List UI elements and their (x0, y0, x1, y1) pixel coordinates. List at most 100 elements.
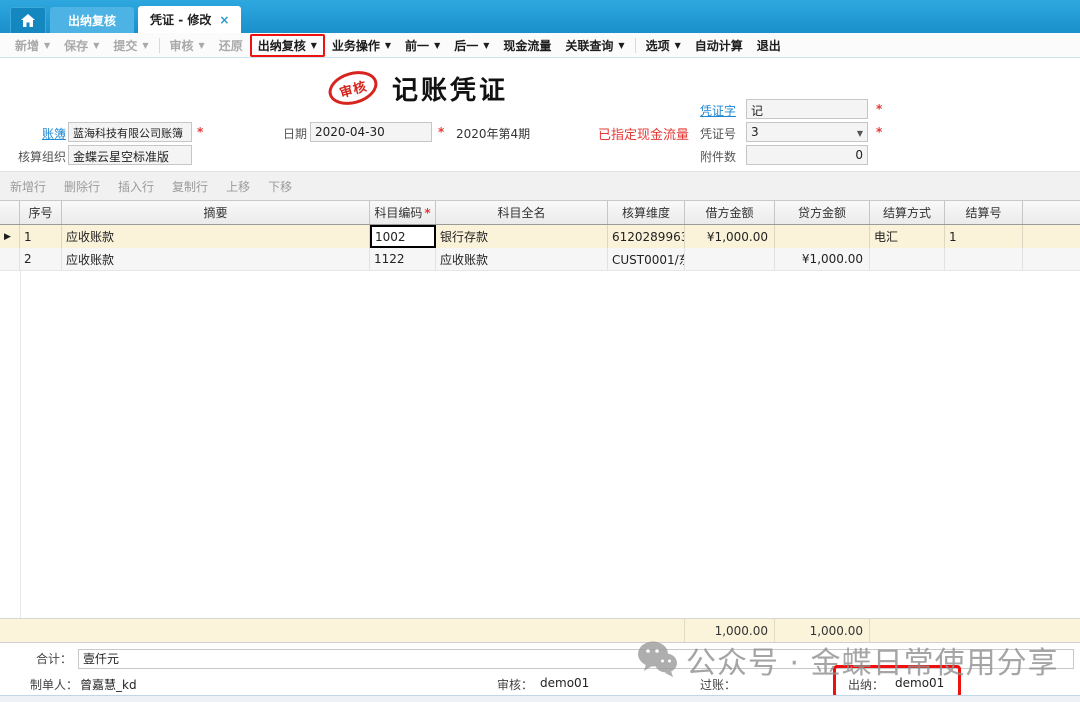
total-credit: 1,000.00 (775, 619, 870, 642)
tab-voucher-edit[interactable]: 凭证 - 修改 × (138, 6, 241, 33)
chevron-down-icon: ▼ (675, 41, 681, 50)
required-mark: * (876, 102, 882, 116)
new-button[interactable]: 新增▼ (8, 35, 57, 56)
cell-seq[interactable]: 2 (20, 248, 62, 270)
auditor-value: demo01 (540, 676, 589, 690)
cell-debit[interactable]: ¥1,000.00 (685, 225, 775, 248)
move-up-button[interactable]: 上移 (226, 178, 250, 195)
cell-tail[interactable] (1023, 225, 1080, 248)
cell-seq[interactable]: 1 (20, 225, 62, 248)
tab-label: 凭证 - 修改 (150, 11, 211, 28)
org-label: 核算组织 (18, 148, 66, 165)
cell-settle-method[interactable] (870, 248, 945, 270)
cell-credit[interactable] (775, 225, 870, 248)
chevron-down-icon: ▼ (857, 129, 863, 138)
restore-button[interactable]: 还原 (212, 35, 250, 56)
move-down-button[interactable]: 下移 (268, 178, 292, 195)
options-button[interactable]: 选项▼ (639, 35, 688, 56)
cell-dimension[interactable]: CUST0001/东 (608, 248, 685, 270)
totals-blank (370, 619, 436, 642)
chevron-down-icon: ▼ (385, 41, 391, 50)
add-row-button[interactable]: 新增行 (10, 178, 46, 195)
next-button[interactable]: 后一▼ (447, 35, 496, 56)
insert-row-button[interactable]: 插入行 (118, 178, 154, 195)
prev-button[interactable]: 前一▼ (398, 35, 447, 56)
audit-button[interactable]: 审核▼ (163, 35, 212, 56)
cell-summary[interactable]: 应收账款 (62, 225, 370, 248)
cell-settle-no[interactable]: 1 (945, 225, 1023, 248)
header-indicator (0, 201, 20, 224)
tab-bar: 出纳复核 凭证 - 修改 × (0, 0, 1080, 33)
submit-button[interactable]: 提交▼ (106, 35, 155, 56)
chevron-down-icon: ▼ (434, 41, 440, 50)
date-field[interactable]: 2020-04-30 (310, 122, 432, 142)
totals-row: 1,000.00 1,000.00 (0, 618, 1080, 643)
row-toolbar: 新增行 删除行 插入行 复制行 上移 下移 (0, 171, 1080, 200)
save-button[interactable]: 保存▼ (57, 35, 106, 56)
required-mark: * (424, 206, 430, 220)
business-ops-button[interactable]: 业务操作▼ (325, 35, 398, 56)
period-text: 2020年第4期 (456, 125, 530, 142)
cell-account-name[interactable]: 银行存款 (436, 225, 608, 248)
totals-blank (945, 619, 1023, 642)
totals-blank (608, 619, 685, 642)
account-book-field[interactable]: 蓝海科技有限公司账簿 (68, 122, 192, 142)
voucher-no-select[interactable]: 3 ▼ (746, 122, 868, 142)
toolbar-separator (635, 38, 636, 53)
date-label: 日期 (283, 125, 307, 142)
cell-settle-no[interactable] (945, 248, 1023, 270)
auto-calc-button[interactable]: 自动计算 (688, 35, 750, 56)
cell-debit[interactable] (685, 248, 775, 270)
toolbar-separator (159, 38, 160, 53)
bottom-strip (0, 695, 1080, 702)
home-icon (21, 14, 35, 27)
chevron-down-icon: ▼ (44, 41, 50, 50)
row-marker-icon: ▶ (4, 232, 11, 242)
delete-row-button[interactable]: 删除行 (64, 178, 100, 195)
cell-account-code[interactable]: 1122 (370, 248, 436, 270)
row-marker: ▶ (0, 225, 20, 248)
row-marker (0, 248, 20, 270)
preparer-label: 制单人： (30, 676, 78, 693)
org-field[interactable]: 金蝶云星空标准版 (68, 145, 192, 165)
chevron-down-icon: ▼ (483, 41, 489, 50)
exit-button[interactable]: 退出 (750, 35, 788, 56)
tab-home[interactable] (10, 7, 46, 33)
cell-settle-method[interactable]: 电汇 (870, 225, 945, 248)
cell-tail[interactable] (1023, 248, 1080, 270)
cashier-review-button[interactable]: 出纳复核▼ (250, 34, 325, 57)
poster-label: 过账： (700, 676, 736, 693)
tab-cashier-review[interactable]: 出纳复核 (50, 7, 134, 33)
chevron-down-icon: ▼ (93, 41, 99, 50)
main-toolbar: 新增▼ 保存▼ 提交▼ 审核▼ 还原 出纳复核▼ 业务操作▼ 前一▼ 后一▼ 现… (0, 33, 1080, 58)
required-mark: * (438, 125, 444, 139)
totals-blank (436, 619, 608, 642)
related-query-button[interactable]: 关联查询▼ (558, 35, 631, 56)
close-icon[interactable]: × (219, 13, 229, 27)
table-row[interactable]: 2 应收账款 1122 应收账款 CUST0001/东 ¥1,000.00 (0, 248, 1080, 271)
table-row[interactable]: ▶ 1 应收账款 1002 银行存款 61202899635 ¥1,000.00… (0, 225, 1080, 248)
required-mark: * (197, 125, 203, 139)
copy-row-button[interactable]: 复制行 (172, 178, 208, 195)
preparer-value: 曾嘉慧_kd (80, 676, 137, 693)
cell-summary[interactable]: 应收账款 (62, 248, 370, 270)
cashier-highlight-box (833, 665, 961, 698)
voucher-word-link[interactable]: 凭证字 (700, 102, 736, 119)
header-summary: 摘要 (62, 201, 370, 224)
voucher-no-label: 凭证号 (700, 125, 736, 142)
account-book-link[interactable]: 账簿 (42, 125, 66, 142)
totals-blank (62, 619, 370, 642)
cashflow-button[interactable]: 现金流量 (496, 35, 558, 56)
totals-blank (20, 619, 62, 642)
cell-credit[interactable]: ¥1,000.00 (775, 248, 870, 270)
totals-blank (870, 619, 945, 642)
total-label: 合计： (0, 650, 78, 667)
cell-account-name[interactable]: 应收账款 (436, 248, 608, 270)
cell-account-code-focused[interactable]: 1002 (370, 225, 436, 248)
cell-dimension[interactable]: 61202899635 (608, 225, 685, 248)
voucher-header: 审核 记账凭证 凭证字 记 * 账簿 蓝海科技有限公司账簿 * 日期 2020-… (0, 58, 1080, 171)
page-title: 记账凭证 (392, 70, 508, 107)
header-account-code: 科目编码* (370, 201, 436, 224)
attachments-field[interactable]: 0 (746, 145, 868, 165)
voucher-word-field[interactable]: 记 (746, 99, 868, 119)
